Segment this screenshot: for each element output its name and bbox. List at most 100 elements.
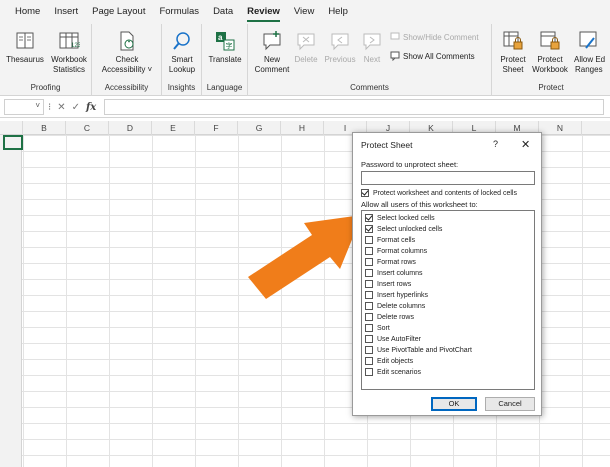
- list-item-checkbox[interactable]: [365, 236, 373, 244]
- cancel-icon[interactable]: ✕: [57, 102, 65, 113]
- protect-worksheet-checkbox[interactable]: Protect worksheet and contents of locked…: [361, 189, 517, 197]
- previous-comment-button[interactable]: Previous: [322, 30, 358, 65]
- tab-formulas[interactable]: Formulas: [152, 0, 206, 24]
- new-comment-button[interactable]: New Comment: [252, 30, 292, 75]
- cancel-button[interactable]: Cancel: [485, 397, 535, 411]
- protect-workbook-button[interactable]: Protect Workbook: [530, 30, 570, 75]
- list-item-checkbox[interactable]: [365, 280, 373, 288]
- tab-review[interactable]: Review: [240, 0, 287, 24]
- column-header[interactable]: F: [195, 121, 238, 135]
- tab-data[interactable]: Data: [206, 0, 240, 24]
- column-header[interactable]: N: [539, 121, 582, 135]
- list-item-label: Insert rows: [377, 280, 412, 288]
- proofing-group: Thesaurus 123 Workbook Statistics Proofi…: [0, 24, 92, 96]
- help-button[interactable]: ?: [493, 139, 498, 149]
- list-item[interactable]: Edit scenarios: [365, 368, 421, 376]
- menu-tabs: Home Insert Page Layout Formulas Data Re…: [0, 0, 610, 24]
- list-item-label: Delete rows: [377, 313, 414, 321]
- column-header[interactable]: E: [152, 121, 195, 135]
- list-item-label: Edit objects: [377, 357, 414, 365]
- formula-bar-icons: ⁝ ✕ ✓ fx: [48, 99, 96, 115]
- list-item-checkbox[interactable]: [365, 225, 373, 233]
- comments-label: Comments: [350, 83, 389, 92]
- tab-page-layout[interactable]: Page Layout: [85, 0, 152, 24]
- translate-button[interactable]: a字 Translate: [205, 30, 245, 65]
- column-header[interactable]: H: [281, 121, 324, 135]
- thesaurus-button[interactable]: Thesaurus: [6, 30, 44, 65]
- protect-sheet-dialog: Protect Sheet ? ✕ Password to unprotect …: [352, 132, 542, 416]
- ok-button[interactable]: OK: [431, 397, 477, 411]
- language-group: a字 Translate Language: [202, 24, 248, 96]
- new-comment-label-2: Comment: [254, 65, 290, 74]
- list-item-checkbox[interactable]: [365, 291, 373, 299]
- next-comment-button[interactable]: Next: [360, 30, 384, 65]
- close-icon[interactable]: ✕: [521, 138, 530, 151]
- column-header[interactable]: C: [66, 121, 109, 135]
- list-item-checkbox[interactable]: [365, 357, 373, 365]
- list-item[interactable]: Use AutoFilter: [365, 335, 421, 343]
- password-label: Password to unprotect sheet:: [361, 160, 459, 169]
- delete-comment-button[interactable]: Delete: [292, 30, 320, 65]
- tab-home[interactable]: Home: [8, 0, 47, 24]
- column-header[interactable]: G: [238, 121, 281, 135]
- list-item[interactable]: Format rows: [365, 258, 416, 266]
- list-item-checkbox[interactable]: [365, 368, 373, 376]
- permissions-list[interactable]: Select locked cells Select unlocked cell…: [361, 210, 535, 390]
- protect-sheet-button[interactable]: Protect Sheet: [496, 30, 530, 75]
- column-header[interactable]: B: [23, 121, 66, 135]
- tab-insert[interactable]: Insert: [47, 0, 85, 24]
- show-hide-comment-label: Show/Hide Comment: [403, 32, 479, 42]
- workbook-statistics-button[interactable]: 123 Workbook Statistics: [48, 30, 90, 75]
- list-item-checkbox[interactable]: [365, 346, 373, 354]
- more-options-icon: ⁝: [48, 101, 52, 113]
- list-item[interactable]: Use PivotTable and PivotChart: [365, 346, 472, 354]
- insert-function-icon[interactable]: fx: [86, 102, 96, 113]
- list-item-checkbox[interactable]: [365, 269, 373, 277]
- list-item-checkbox[interactable]: [365, 335, 373, 343]
- delete-comment-label: Delete: [294, 55, 318, 64]
- smart-lookup-label-1: Smart: [171, 55, 193, 64]
- formula-input[interactable]: [104, 99, 604, 115]
- list-item[interactable]: Sort: [365, 324, 390, 332]
- selected-cell[interactable]: [3, 135, 23, 150]
- chevron-down-icon[interactable]: ˅: [35, 101, 40, 110]
- ribbon: Thesaurus 123 Workbook Statistics Proofi…: [0, 24, 610, 96]
- password-input[interactable]: [361, 171, 535, 185]
- list-item-checkbox[interactable]: [365, 324, 373, 332]
- list-item[interactable]: Edit objects: [365, 357, 413, 365]
- smart-lookup-button[interactable]: Smart Lookup: [164, 30, 200, 75]
- list-item-checkbox[interactable]: [365, 214, 373, 222]
- list-item[interactable]: Select unlocked cells: [365, 225, 442, 233]
- list-item-label: Format rows: [377, 258, 416, 266]
- enter-icon[interactable]: ✓: [72, 102, 80, 113]
- check-accessibility-button[interactable]: Check Accessibility ˅: [96, 30, 158, 75]
- show-hide-comment-button[interactable]: Show/Hide Comment: [390, 32, 479, 42]
- allow-users-label: Allow all users of this worksheet to:: [361, 200, 478, 209]
- insights-label: Insights: [167, 83, 196, 92]
- column-header[interactable]: D: [109, 121, 152, 135]
- check-accessibility-label-1: Check: [115, 55, 139, 64]
- protect-worksheet-checkbox-box[interactable]: [361, 189, 369, 197]
- list-item-checkbox[interactable]: [365, 258, 373, 266]
- list-item[interactable]: Delete rows: [365, 313, 414, 321]
- allow-edit-ranges-button[interactable]: Allow Ed Ranges: [572, 30, 610, 75]
- show-all-comments-button[interactable]: Show All Comments: [390, 51, 475, 61]
- translate-label: Translate: [208, 55, 242, 64]
- tab-help[interactable]: Help: [321, 0, 355, 24]
- previous-comment-label: Previous: [324, 55, 356, 64]
- list-item-checkbox[interactable]: [365, 313, 373, 321]
- list-item[interactable]: Format cells: [365, 236, 415, 244]
- list-item-checkbox[interactable]: [365, 247, 373, 255]
- name-box[interactable]: ˅: [4, 99, 44, 115]
- list-item[interactable]: Insert rows: [365, 280, 411, 288]
- list-item[interactable]: Select locked cells: [365, 214, 435, 222]
- list-item[interactable]: Delete columns: [365, 302, 425, 310]
- select-all-corner[interactable]: [0, 121, 23, 135]
- list-item[interactable]: Format columns: [365, 247, 427, 255]
- list-item[interactable]: Insert hyperlinks: [365, 291, 428, 299]
- insights-group: Smart Lookup Insights: [162, 24, 202, 96]
- list-item-label: Sort: [377, 324, 390, 332]
- list-item[interactable]: Insert columns: [365, 269, 423, 277]
- list-item-checkbox[interactable]: [365, 302, 373, 310]
- tab-view[interactable]: View: [287, 0, 321, 24]
